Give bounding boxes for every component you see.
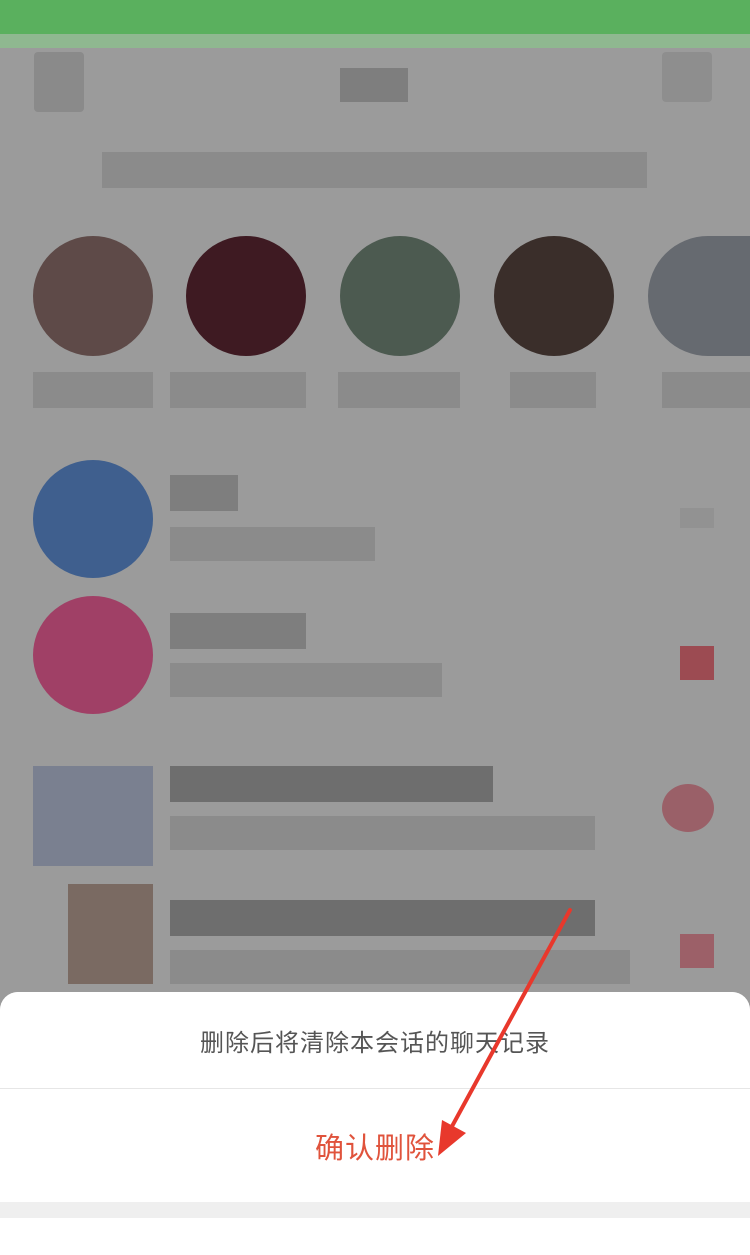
confirm-delete-button[interactable]: 确认删除	[0, 1089, 750, 1202]
nav-title	[340, 68, 408, 102]
list-item-avatar	[33, 766, 153, 866]
avatar	[648, 236, 750, 356]
unread-badge	[680, 934, 714, 968]
list-item-title	[170, 475, 238, 511]
back-icon	[34, 52, 84, 112]
cancel-button[interactable]	[0, 1218, 750, 1255]
avatar	[186, 236, 306, 356]
avatar	[33, 236, 153, 356]
unread-badge	[680, 646, 714, 680]
header-subtitle	[102, 152, 647, 188]
unread-badge	[662, 784, 714, 832]
list-item-preview	[170, 816, 595, 850]
avatar-name	[170, 372, 306, 408]
avatar-name	[338, 372, 460, 408]
status-bar	[0, 0, 750, 34]
nav-bar-top	[0, 34, 750, 48]
list-item-title	[170, 900, 595, 936]
list-item-time	[680, 508, 714, 528]
list-item-preview	[170, 663, 442, 697]
avatar-name	[33, 372, 153, 408]
sheet-message: 删除后将清除本会话的聊天记录	[0, 992, 750, 1088]
list-item-avatar	[68, 884, 153, 984]
list-item-avatar	[33, 596, 153, 714]
list-item-preview	[170, 527, 375, 561]
list-item-preview	[170, 950, 630, 984]
list-item-title	[170, 613, 306, 649]
sheet-gap	[0, 1202, 750, 1218]
avatar-name	[510, 372, 596, 408]
avatar-name	[662, 372, 750, 408]
list-item-avatar	[33, 460, 153, 578]
avatar	[340, 236, 460, 356]
delete-confirm-sheet: 删除后将清除本会话的聊天记录 确认删除	[0, 992, 750, 1255]
avatar	[494, 236, 614, 356]
list-item-title	[170, 766, 493, 802]
more-icon	[662, 52, 712, 102]
